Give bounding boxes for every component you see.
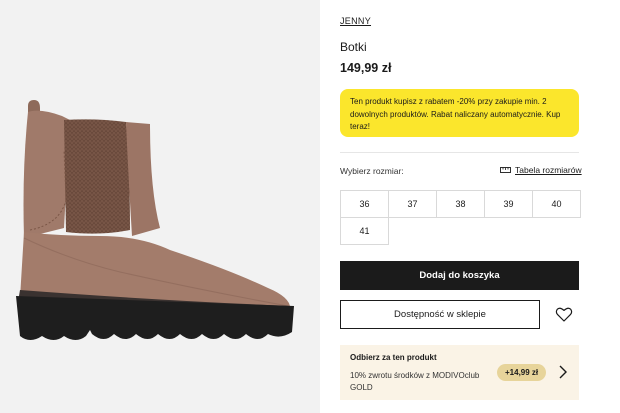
store-availability-button[interactable]: Dostępność w sklepie	[340, 300, 540, 329]
size-table-label: Tabela rozmiarów	[515, 165, 582, 175]
size-label: Wybierz rozmiar:	[340, 166, 404, 176]
size-option-39[interactable]: 39	[484, 190, 533, 218]
promo-banner: Ten produkt kupisz z rabatem -20% przy z…	[340, 89, 579, 137]
heart-icon[interactable]	[555, 306, 573, 323]
ruler-icon	[500, 161, 511, 179]
product-image[interactable]	[0, 0, 320, 413]
chevron-right-icon[interactable]	[557, 364, 569, 380]
product-name: Botki	[340, 40, 367, 54]
promo-text: Ten produkt kupisz z rabatem -20% przy z…	[350, 97, 561, 131]
club-description: 10% zwrotu środków z MODIVOclub GOLD	[350, 371, 480, 392]
club-reward-badge: +14,99 zł	[497, 364, 547, 381]
club-title: Odbierz za ten produkt	[350, 353, 437, 362]
size-table-link[interactable]: Tabela rozmiarów	[500, 163, 582, 177]
size-option-40[interactable]: 40	[532, 190, 581, 218]
product-price: 149,99 zł	[340, 61, 392, 75]
add-to-cart-button[interactable]: Dodaj do koszyka	[340, 261, 579, 290]
club-reward-panel[interactable]: Odbierz za ten produkt 10% zwrotu środkó…	[340, 345, 579, 400]
boot-image	[16, 100, 294, 340]
size-option-36[interactable]: 36	[340, 190, 389, 218]
brand-link[interactable]: JENNY	[340, 16, 371, 26]
size-option-41[interactable]: 41	[340, 217, 389, 245]
size-option-37[interactable]: 37	[388, 190, 437, 218]
divider	[340, 152, 579, 153]
size-option-38[interactable]: 38	[436, 190, 485, 218]
